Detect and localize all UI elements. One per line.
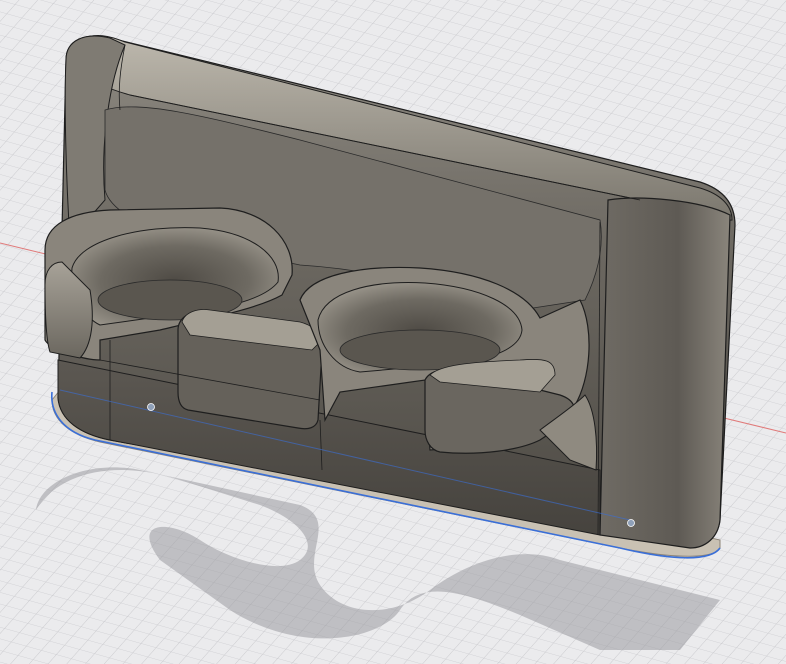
sketch-point-left[interactable] (147, 403, 155, 411)
right-end-face (599, 197, 731, 549)
sketch-point-right[interactable] (627, 519, 635, 527)
cad-viewport[interactable] (0, 0, 786, 664)
